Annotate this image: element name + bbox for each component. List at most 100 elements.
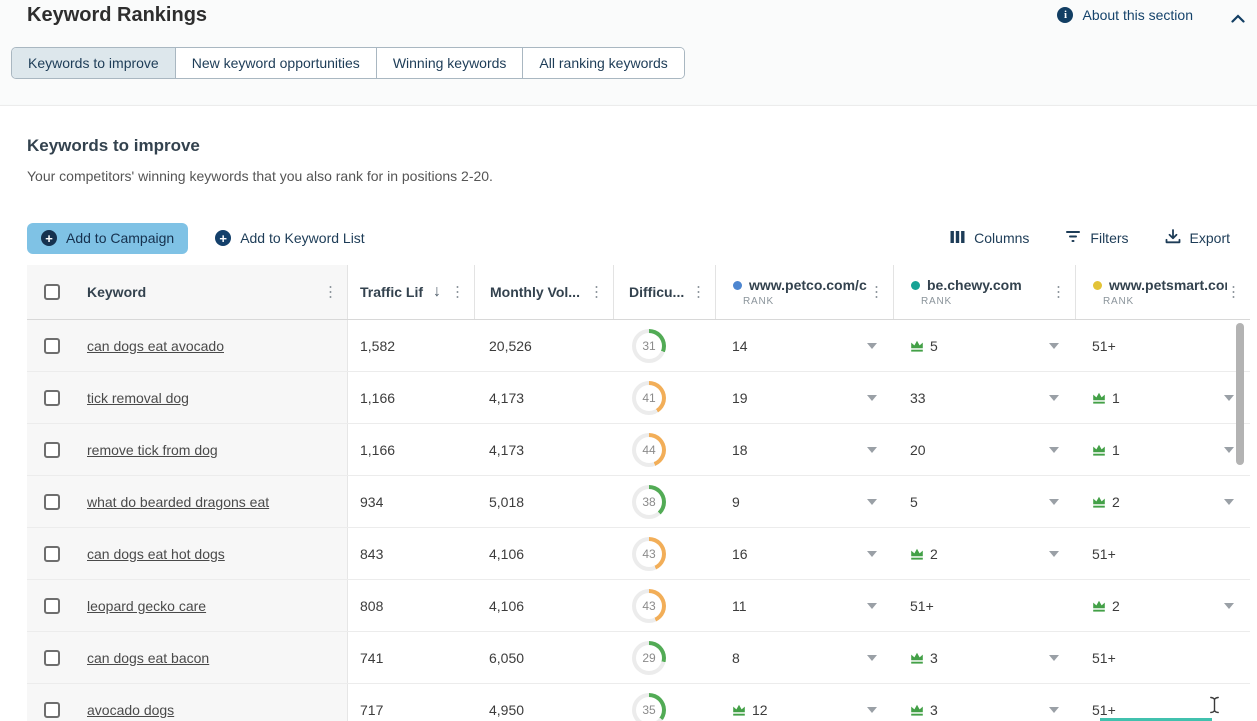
add-to-keyword-list-button[interactable]: + Add to Keyword List [215,230,365,246]
rank-value: 5 [930,338,938,354]
difficulty-cell: 41 [613,372,715,423]
row-checkbox[interactable] [44,702,60,718]
row-checkbox[interactable] [44,390,60,406]
petsmart-rank-cell: 51+ [1075,528,1250,579]
add-to-campaign-button[interactable]: + Add to Campaign [27,223,188,254]
table-row: what do bearded dragons eat9345,01838952 [27,476,1250,528]
column-header-traffic-lift[interactable]: Traffic Lif ↓ ⋮ [347,265,474,319]
keyword-link[interactable]: avocado dogs [87,702,174,718]
about-this-section-link[interactable]: i About this section [1057,7,1193,23]
difficulty-gauge: 44 [632,433,666,467]
rank-dropdown-caret[interactable] [867,499,877,505]
download-icon [1165,229,1181,247]
monthly-volume-value: 4,173 [474,424,613,475]
rank-dropdown-caret[interactable] [867,395,877,401]
column-menu-icon[interactable]: ⋮ [323,285,338,300]
column-header-monthly-volume[interactable]: Monthly Vol... ⋮ [474,265,613,319]
column-header-keyword[interactable]: Keyword ⋮ [77,265,347,319]
crown-icon [1092,444,1106,456]
column-menu-icon[interactable]: ⋮ [869,285,884,300]
columns-icon [950,230,965,247]
tab-winning-keywords[interactable]: Winning keywords [377,48,524,78]
crown-icon [732,704,746,716]
keyword-link[interactable]: remove tick from dog [87,442,218,458]
rank-dropdown-caret[interactable] [1049,395,1059,401]
rank-dropdown-caret[interactable] [867,551,877,557]
column-header-petco[interactable]: www.petco.com/cor RANK ⋮ [715,265,893,319]
rank-dropdown-caret[interactable] [1049,655,1059,661]
rank-dropdown-caret[interactable] [1224,603,1234,609]
keyword-cell: what do bearded dragons eat [77,476,347,527]
rank-dropdown-caret[interactable] [1049,551,1059,557]
column-menu-icon[interactable]: ⋮ [1051,285,1066,300]
row-checkbox[interactable] [44,442,60,458]
rank-dropdown-caret[interactable] [867,655,877,661]
petco-rank-cell: 11 [715,580,893,631]
row-checkbox[interactable] [44,338,60,354]
rank-sub-label: RANK [1103,296,1227,307]
difficulty-gauge: 43 [632,537,666,571]
keyword-link[interactable]: can dogs eat bacon [87,650,209,666]
rank-dropdown-caret[interactable] [867,447,877,453]
rank-value: 9 [732,494,740,510]
column-header-chewy[interactable]: be.chewy.com RANK ⋮ [893,265,1075,319]
rank-dropdown-caret[interactable] [1049,343,1059,349]
sort-desc-icon[interactable]: ↓ [433,283,441,301]
column-header-petsmart[interactable]: www.petsmart.com RANK ⋮ [1075,265,1250,319]
difficulty-gauge: 29 [632,641,666,675]
tab-all-ranking-keywords[interactable]: All ranking keywords [523,48,683,78]
info-icon: i [1057,7,1073,23]
columns-button[interactable]: Columns [950,230,1029,247]
plus-circle-icon: + [215,230,231,246]
rank-dropdown-caret[interactable] [1224,499,1234,505]
rank-dropdown-caret[interactable] [867,603,877,609]
row-checkbox[interactable] [44,546,60,562]
traffic-lift-value: 808 [347,580,474,631]
rank-value: 14 [732,338,748,354]
petsmart-dot-icon [1093,281,1102,290]
rank-value: 51+ [1092,702,1116,718]
crown-icon [1092,392,1106,404]
checkbox-cell [27,580,77,631]
rank-dropdown-caret[interactable] [1049,499,1059,505]
table-row: can dogs eat bacon7416,050298351+ [27,632,1250,684]
chewy-rank-cell: 2 [893,528,1075,579]
difficulty-value: 31 [636,333,662,359]
monthly-volume-value: 4,106 [474,528,613,579]
filters-button[interactable]: Filters [1065,230,1128,246]
crown-icon [910,548,924,560]
keyword-link[interactable]: tick removal dog [87,390,189,406]
keyword-link[interactable]: can dogs eat avocado [87,338,224,354]
keyword-link[interactable]: can dogs eat hot dogs [87,546,225,562]
rank-dropdown-caret[interactable] [867,707,877,713]
export-button[interactable]: Export [1165,229,1230,247]
rank-dropdown-caret[interactable] [1049,707,1059,713]
select-all-checkbox[interactable] [44,284,60,300]
tab-keywords-to-improve[interactable]: Keywords to improve [12,48,176,78]
column-header-difficulty[interactable]: Difficu... ⋮ [613,265,715,319]
collapse-section-button[interactable] [1231,10,1245,28]
rank-dropdown-caret[interactable] [867,343,877,349]
rank-dropdown-caret[interactable] [1224,447,1234,453]
vertical-scrollbar-thumb[interactable] [1236,323,1244,465]
column-menu-icon[interactable]: ⋮ [450,285,465,300]
tab-new-keyword-opportunities[interactable]: New keyword opportunities [176,48,377,78]
difficulty-cell: 44 [613,424,715,475]
keywords-to-improve-card: Keywords to improve Your competitors' wi… [0,105,1257,721]
rank-dropdown-caret[interactable] [1049,447,1059,453]
row-checkbox[interactable] [44,598,60,614]
rank-sub-label: RANK [921,296,1022,307]
keyword-link[interactable]: leopard gecko care [87,598,206,614]
rank-value: 19 [732,390,748,406]
rank-dropdown-caret[interactable] [1224,395,1234,401]
row-checkbox[interactable] [44,494,60,510]
column-menu-icon[interactable]: ⋮ [691,285,706,300]
monthly-volume-value: 6,050 [474,632,613,683]
crown-icon [1092,600,1106,612]
rank-value: 1 [1112,442,1120,458]
column-menu-icon[interactable]: ⋮ [1226,285,1241,300]
column-menu-icon[interactable]: ⋮ [589,285,604,300]
keyword-link[interactable]: what do bearded dragons eat [87,494,269,510]
select-all-cell [27,265,77,319]
row-checkbox[interactable] [44,650,60,666]
